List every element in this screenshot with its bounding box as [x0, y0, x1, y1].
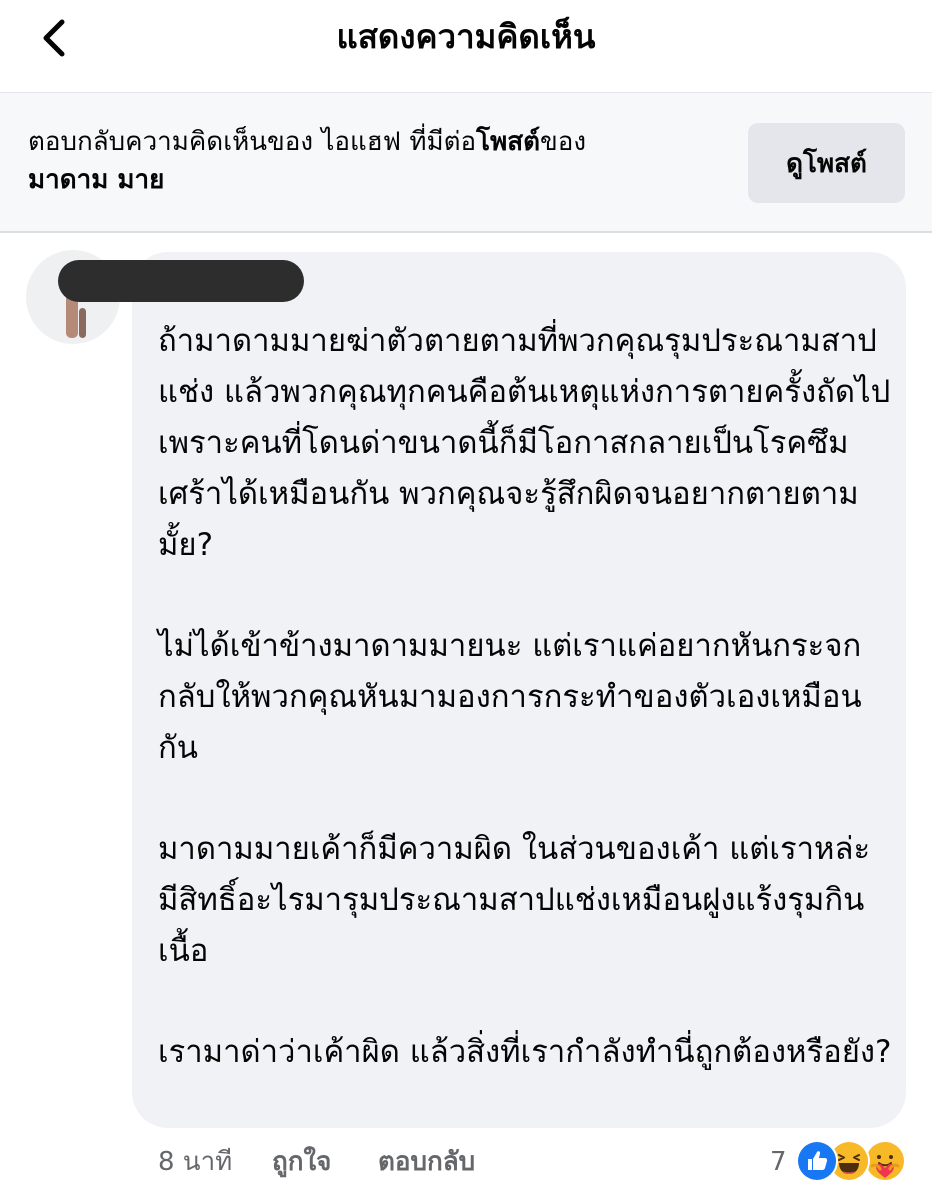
comment-paragraph: มาดามมายเค้าก็มีความผิด ในส่วนของเค้า แต… [158, 831, 871, 969]
post-link[interactable]: โพสต์ [476, 127, 540, 157]
comment-text: ถ้ามาดามมายฆ่าตัวตายตามที่พวกคุณรุมประณา… [158, 316, 893, 1078]
divider [0, 231, 932, 233]
reaction-count[interactable]: 7 [770, 1140, 787, 1184]
comment-time[interactable]: 8 นาที [158, 1140, 232, 1184]
reply-button[interactable]: ตอบกลับ [378, 1140, 475, 1184]
reply-context-bar: ตอบกลับความคิดเห็นของ ไอแฮฟ ที่มีต่อโพสต… [0, 93, 932, 231]
comment-paragraph: เรามาด่าว่าเค้าผิด แล้วสิ่งที่เรากำลังทำ… [158, 1034, 892, 1070]
avatar-figure [79, 308, 86, 338]
top-bar: แสดงความคิดเห็น [0, 0, 932, 92]
reply-context-text: ตอบกลับความคิดเห็นของ ไอแฮฟ ที่มีต่อโพสต… [28, 123, 708, 199]
page-title: แสดงความคิดเห็น [336, 17, 596, 56]
comment-paragraph: ไม่ได้เข้าข้างมาดามมายนะ แต่เราแค่อยากหั… [158, 628, 862, 766]
like-button[interactable]: ถูกใจ [272, 1140, 331, 1184]
reaction-summary[interactable] [796, 1140, 908, 1182]
like-icon [796, 1140, 838, 1182]
context-suffix: ของ [539, 127, 587, 157]
view-post-button[interactable]: ดูโพสต์ [748, 123, 905, 203]
page-name-link[interactable]: มาดาม มาย [28, 165, 164, 195]
comment-paragraph: ถ้ามาดามมายฆ่าตัวตายตามที่พวกคุณรุมประณา… [158, 323, 891, 563]
care-icon [864, 1140, 906, 1182]
redaction-bar [58, 260, 304, 302]
context-prefix: ตอบกลับความคิดเห็นของ ไอแฮฟ ที่มีต่อ [28, 127, 477, 157]
